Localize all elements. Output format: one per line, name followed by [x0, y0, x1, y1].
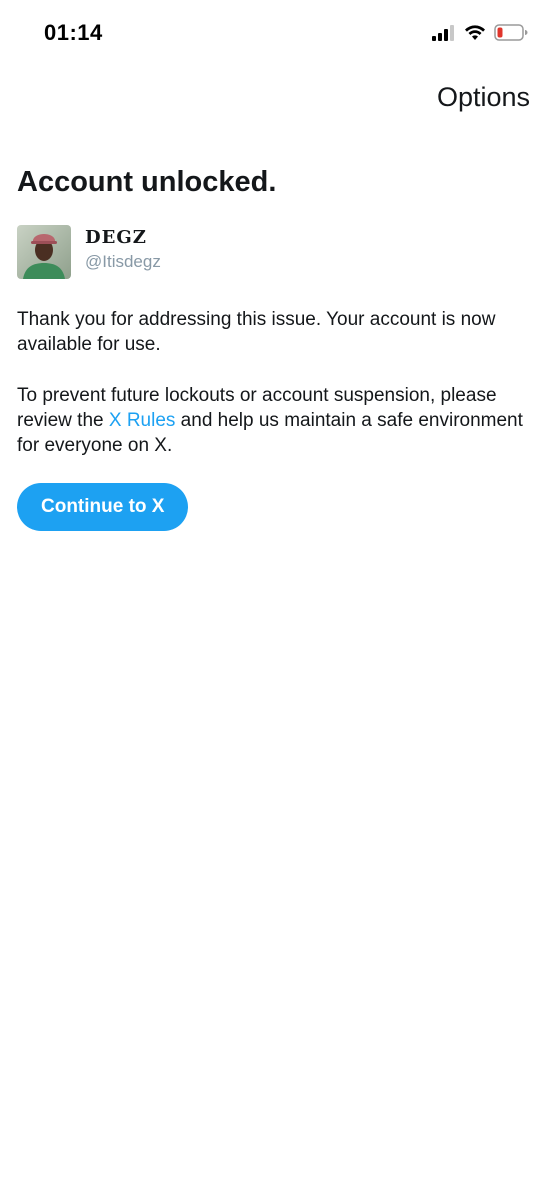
- status-bar: 01:14: [0, 0, 554, 70]
- confirmation-message: Thank you for addressing this issue. You…: [17, 309, 496, 355]
- main-content: Account unlocked. DEGZ @Itisdegz Thank y…: [17, 162, 537, 531]
- rules-message: To prevent future lockouts or account su…: [17, 383, 537, 458]
- x-rules-link[interactable]: X Rules: [109, 410, 176, 431]
- user-info: DEGZ @Itisdegz: [85, 225, 161, 272]
- battery-icon: [494, 24, 528, 46]
- avatar: [17, 225, 71, 279]
- options-button[interactable]: Options: [437, 82, 530, 113]
- user-card: DEGZ @Itisdegz: [17, 225, 537, 279]
- status-icons: [432, 24, 528, 46]
- page-title: Account unlocked.: [17, 166, 277, 198]
- wifi-icon: [464, 24, 486, 46]
- nav-bar: Options: [0, 70, 554, 126]
- signal-icon: [432, 24, 456, 46]
- display-name: DEGZ: [85, 227, 147, 248]
- user-handle: @Itisdegz: [85, 252, 161, 271]
- continue-button[interactable]: Continue to X: [17, 483, 189, 531]
- status-time: 01:14: [44, 20, 103, 45]
